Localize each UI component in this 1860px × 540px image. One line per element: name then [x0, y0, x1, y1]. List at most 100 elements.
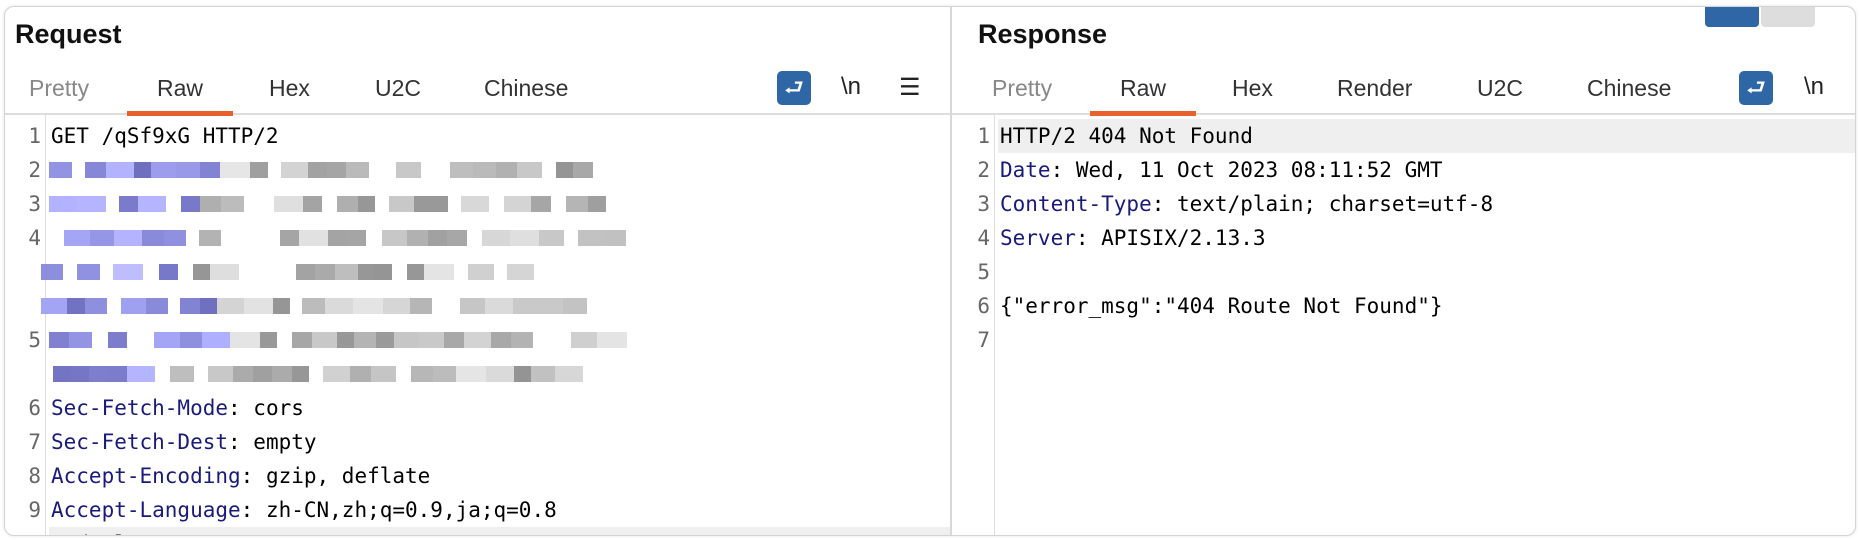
code-line: 2 Date: Wed, 11 Oct 2023 08:11:52 GMT	[952, 153, 1855, 187]
header-value: HTTP/2 404 Not Found	[1000, 124, 1253, 148]
header-name: Accept-Encoding	[51, 464, 241, 488]
response-editor[interactable]: 1 HTTP/2 404 Not Found 2 Date: Wed, 11 Oct …	[952, 119, 1855, 357]
header-value: {"error_msg":"404 Route Not Found"}	[1000, 294, 1443, 318]
code-line: 1 HTTP/2 404 Not Found	[952, 119, 1855, 153]
line-number: 6	[977, 294, 990, 318]
header-value: : cors	[228, 396, 304, 420]
line-number: 1	[28, 124, 41, 148]
line-number: 3	[977, 192, 990, 216]
code-text: Date: Wed, 11 Oct 2023 08:11:52 GMT	[998, 153, 1855, 187]
line-number: 7	[977, 328, 990, 352]
code-line: 5	[952, 255, 1855, 289]
code-line: 1 GET /qSf9xG HTTP/2	[5, 119, 950, 153]
line-number: 7	[28, 430, 41, 454]
header-name: Cmd	[51, 532, 89, 535]
tab-chinese[interactable]: Chinese	[1587, 75, 1671, 114]
code-line: 10 Cmd: ls	[5, 527, 950, 535]
tab-u2c[interactable]: U2C	[375, 75, 421, 114]
layout-toggle	[1703, 7, 1815, 27]
code-text: Accept-Language: zh-CN,zh;q=0.9,ja;q=0.8	[49, 493, 950, 527]
line-number: 2	[977, 158, 990, 182]
tab-pretty[interactable]: Pretty	[29, 75, 89, 114]
line-number: 2	[28, 158, 41, 182]
response-tabs: Pretty Raw Hex Render U2C Chinese ⮐ \n	[952, 69, 1855, 116]
header-value: GET /qSf9xG HTTP/2	[51, 124, 279, 148]
header-value: : text/plain; charset=utf-8	[1151, 192, 1494, 216]
code-line: 2	[5, 153, 950, 187]
code-line: 6 {"error_msg":"404 Route Not Found"}	[952, 289, 1855, 323]
line-number: 5	[28, 328, 41, 352]
layout-stacked-button[interactable]	[1761, 7, 1815, 27]
response-title: Response	[978, 19, 1108, 49]
code-text: Cmd: ls	[49, 527, 950, 535]
tab-chinese[interactable]: Chinese	[484, 75, 568, 114]
code-text: Sec-Fetch-Mode: cors	[49, 391, 950, 425]
line-number: 8	[28, 464, 41, 488]
code-text: Server: APISIX/2.13.3	[998, 221, 1855, 255]
response-panel: Response Pretty Raw Hex Render U2C Chine…	[952, 7, 1855, 535]
redacted-content	[41, 366, 583, 382]
header-name: Content-Type	[1000, 192, 1152, 216]
redacted-content	[49, 230, 626, 246]
redacted-content	[49, 332, 627, 348]
code-line-wrapped	[5, 357, 950, 391]
header-value: : ls	[89, 532, 140, 535]
newline-toggle[interactable]: \n	[841, 73, 861, 101]
code-line: 5	[5, 323, 950, 357]
line-number: 10	[5, 527, 45, 535]
code-line: 7	[952, 323, 1855, 357]
header-name: Accept-Language	[51, 498, 241, 522]
redacted-content	[41, 264, 534, 280]
hamburger-menu-icon[interactable]: ☰	[899, 73, 921, 102]
redacted-content	[49, 162, 606, 178]
header-name: Sec-Fetch-Dest	[51, 430, 229, 454]
code-text: GET /qSf9xG HTTP/2	[49, 119, 950, 153]
tab-hex[interactable]: Hex	[1232, 75, 1273, 114]
header-name: Sec-Fetch-Mode	[51, 396, 229, 420]
word-wrap-icon[interactable]: ⮐	[777, 71, 811, 105]
code-line: 4 Server: APISIX/2.13.3	[952, 221, 1855, 255]
tab-hex[interactable]: Hex	[269, 75, 310, 114]
code-line: 8 Accept-Encoding: gzip, deflate	[5, 459, 950, 493]
code-text: Content-Type: text/plain; charset=utf-8	[998, 187, 1855, 221]
request-editor[interactable]: 1 GET /qSf9xG HTTP/2 2 3 4 5 6 Sec-Fetch-Mode: …	[5, 119, 950, 535]
code-line-wrapped	[5, 255, 950, 289]
line-number: 5	[977, 260, 990, 284]
code-line: 3 Content-Type: text/plain; charset=utf-8	[952, 187, 1855, 221]
tab-u2c[interactable]: U2C	[1477, 75, 1523, 114]
code-text: HTTP/2 404 Not Found	[998, 119, 1855, 153]
code-line-wrapped	[5, 289, 950, 323]
header-value: : APISIX/2.13.3	[1075, 226, 1266, 250]
header-value: : empty	[228, 430, 317, 454]
code-text: {"error_msg":"404 Route Not Found"}	[998, 289, 1855, 323]
header-name: Server	[1000, 226, 1076, 250]
tab-pretty[interactable]: Pretty	[992, 75, 1052, 114]
redacted-content	[49, 196, 606, 212]
line-number: 6	[28, 396, 41, 420]
code-line: 7 Sec-Fetch-Dest: empty	[5, 425, 950, 459]
header-name: Date	[1000, 158, 1051, 182]
header-value: : Wed, 11 Oct 2023 08:11:52 GMT	[1050, 158, 1443, 182]
line-number: 3	[28, 192, 41, 216]
code-line: 4	[5, 221, 950, 255]
code-line: 3	[5, 187, 950, 221]
header-value: : gzip, deflate	[240, 464, 431, 488]
request-panel: Request Pretty Raw Hex U2C Chinese ⮐ \n …	[5, 7, 952, 535]
tab-raw[interactable]: Raw	[1089, 75, 1197, 116]
request-tabs: Pretty Raw Hex U2C Chinese ⮐ \n ☰	[5, 69, 950, 116]
http-message-editor: Request Pretty Raw Hex U2C Chinese ⮐ \n …	[4, 6, 1856, 536]
code-text: Accept-Encoding: gzip, deflate	[49, 459, 950, 493]
code-line: 6 Sec-Fetch-Mode: cors	[5, 391, 950, 425]
tab-raw[interactable]: Raw	[126, 75, 234, 116]
code-text: Sec-Fetch-Dest: empty	[49, 425, 950, 459]
request-title: Request	[15, 19, 122, 49]
tab-render[interactable]: Render	[1337, 75, 1412, 114]
word-wrap-icon[interactable]: ⮐	[1739, 71, 1773, 105]
redacted-content	[41, 298, 603, 314]
line-number: 4	[28, 226, 41, 250]
header-value: : zh-CN,zh;q=0.9,ja;q=0.8	[240, 498, 557, 522]
layout-side-by-side-button[interactable]	[1705, 7, 1759, 27]
line-number: 4	[977, 226, 990, 250]
line-number: 1	[977, 124, 990, 148]
newline-toggle[interactable]: \n	[1804, 73, 1824, 101]
